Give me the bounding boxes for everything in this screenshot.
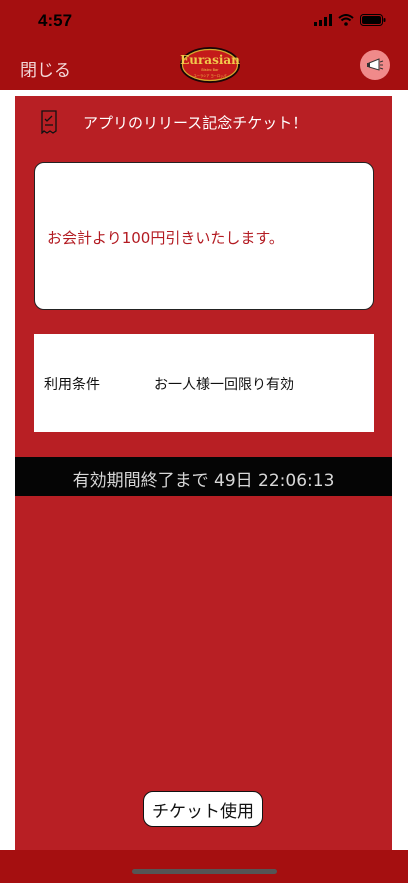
bottom-bar xyxy=(0,850,408,883)
home-indicator[interactable] xyxy=(132,869,277,874)
close-button[interactable]: 閉じる xyxy=(20,56,71,81)
ticket-header: アプリのリリース記念チケット！ xyxy=(41,110,307,134)
wifi-icon xyxy=(338,14,354,26)
conditions-value: お一人様一回限り有効 xyxy=(154,377,294,393)
ticket-card: アプリのリリース記念チケット！ お会計より100円引きいたします。 利用条件 お… xyxy=(15,96,392,850)
brand-logo: Eurasian Bistro Bar ユーラシア ヨーロッパ xyxy=(180,47,240,83)
ticket-title: アプリのリリース記念チケット！ xyxy=(83,113,308,132)
logo-sub: Bistro Bar xyxy=(201,68,219,72)
share-button[interactable] xyxy=(360,50,390,80)
receipt-icon xyxy=(41,110,57,134)
status-icons xyxy=(314,14,386,26)
expiry-countdown: 有効期間終了まで 49日 22:06:13 xyxy=(72,471,335,491)
logo-name: Eurasian xyxy=(180,53,240,67)
conditions-box: 利用条件 お一人様一回限り有効 xyxy=(34,334,374,432)
navigation-bar: 閉じる Eurasian Bistro Bar ユーラシア ヨーロッパ xyxy=(0,44,408,90)
megaphone-icon xyxy=(367,58,384,71)
cellular-signal-icon xyxy=(314,14,332,26)
expiry-countdown-bar: 有効期間終了まで 49日 22:06:13 xyxy=(15,457,392,496)
status-time: 4:57 xyxy=(38,11,73,30)
discount-message: お会計より100円引きいたします。 xyxy=(47,229,284,247)
discount-message-box: お会計より100円引きいたします。 xyxy=(34,162,374,310)
logo-tagline: ユーラシア ヨーロッパ xyxy=(194,73,228,78)
conditions-label: 利用条件 xyxy=(44,377,100,393)
status-bar: 4:57 xyxy=(0,0,408,44)
battery-icon xyxy=(360,14,386,26)
use-ticket-button[interactable]: チケット使用 xyxy=(143,791,263,827)
